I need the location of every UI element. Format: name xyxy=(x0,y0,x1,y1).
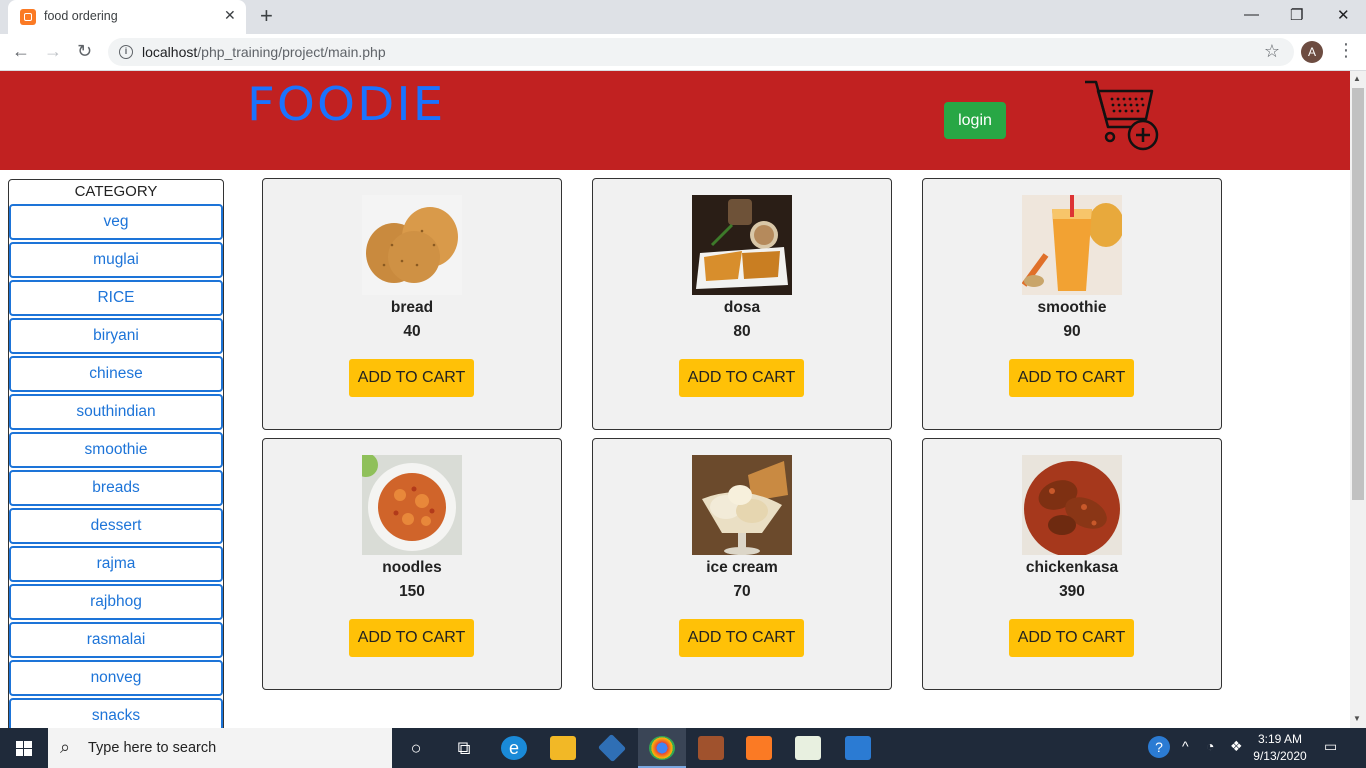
scroll-down-icon[interactable]: ▼ xyxy=(1353,714,1361,723)
minimize-button[interactable]: — xyxy=(1244,6,1259,23)
add-to-cart-button[interactable]: ADD TO CART xyxy=(1009,619,1134,657)
product-name: bread xyxy=(390,299,434,316)
category-item-muglai[interactable]: muglai xyxy=(9,242,223,278)
category-item-chinese[interactable]: chinese xyxy=(9,356,223,392)
chrome-icon[interactable] xyxy=(649,736,675,760)
file-explorer-icon[interactable] xyxy=(550,736,576,760)
product-name: dosa xyxy=(723,299,761,316)
smoothie-image xyxy=(1022,195,1122,295)
cortana-icon[interactable]: ○ xyxy=(403,736,429,760)
bread-image xyxy=(362,195,462,295)
category-item-rajbhog[interactable]: rajbhog xyxy=(9,584,223,620)
category-item-rajma[interactable]: rajma xyxy=(9,546,223,582)
category-sidebar: CATEGORY veg muglai RICE biryani chinese… xyxy=(8,179,224,728)
scroll-up-icon[interactable]: ▲ xyxy=(1353,74,1361,83)
notifications-icon[interactable]: ▭ xyxy=(1324,738,1337,755)
dosa-image xyxy=(692,195,792,295)
product-price: 390 xyxy=(1059,583,1085,600)
clock-date: 9/13/2020 xyxy=(1253,749,1307,763)
browser-menu-icon[interactable]: ⋮ xyxy=(1337,40,1355,61)
product-card: dosa 80 ADD TO CART xyxy=(592,178,892,430)
product-price: 80 xyxy=(733,323,751,340)
edge-icon[interactable]: e xyxy=(501,736,527,760)
product-price: 40 xyxy=(403,323,421,340)
clock-time: 3:19 AM xyxy=(1257,732,1303,746)
category-item-rice[interactable]: RICE xyxy=(9,280,223,316)
product-name: smoothie xyxy=(1037,299,1107,316)
back-icon[interactable]: ← xyxy=(12,40,30,62)
add-to-cart-button[interactable]: ADD TO CART xyxy=(349,359,474,397)
git-icon[interactable] xyxy=(597,733,627,763)
product-card: chickenkasa 390 ADD TO CART xyxy=(922,438,1222,690)
product-card: noodles 150 ADD TO CART xyxy=(262,438,562,690)
reload-icon[interactable]: ↻ xyxy=(77,40,92,62)
product-price: 90 xyxy=(1063,323,1081,340)
scrollbar-thumb[interactable] xyxy=(1352,88,1364,500)
category-item-veg[interactable]: veg xyxy=(9,204,223,240)
site-info-icon[interactable]: i xyxy=(119,45,133,59)
windows-taskbar: ⌕ Type here to search ○ ⧉ e ? ^ ◔ ❖ 3:19… xyxy=(0,728,1366,768)
windows-start-icon[interactable] xyxy=(0,728,48,768)
browser-tab[interactable]: food ordering ✕ xyxy=(8,0,246,34)
category-item-snacks[interactable]: snacks xyxy=(9,698,223,728)
help-icon[interactable]: ? xyxy=(1148,736,1170,758)
notepad-icon[interactable] xyxy=(795,736,821,760)
show-hidden-icons-icon[interactable]: ^ xyxy=(1182,738,1189,754)
product-name: ice cream xyxy=(706,559,778,576)
product-name: chickenkasa xyxy=(1025,559,1119,576)
noodles-image xyxy=(362,455,462,555)
game-icon[interactable] xyxy=(698,736,724,760)
login-button[interactable]: login xyxy=(944,102,1006,139)
forward-icon[interactable]: → xyxy=(44,40,62,62)
category-title: CATEGORY xyxy=(74,183,158,200)
ice-cream-image xyxy=(692,455,792,555)
bookmark-star-icon[interactable]: ☆ xyxy=(1264,41,1280,62)
new-tab-button[interactable]: + xyxy=(260,4,273,28)
shopping-cart-icon[interactable] xyxy=(1082,77,1162,153)
add-to-cart-button[interactable]: ADD TO CART xyxy=(679,359,804,397)
dropbox-icon[interactable]: ❖ xyxy=(1230,738,1243,755)
category-item-rasmalai[interactable]: rasmalai xyxy=(9,622,223,658)
category-item-biryani[interactable]: biryani xyxy=(9,318,223,354)
chicken-image xyxy=(1022,455,1122,555)
category-item-southindian[interactable]: southindian xyxy=(9,394,223,430)
category-item-smoothie[interactable]: smoothie xyxy=(9,432,223,468)
category-item-nonveg[interactable]: nonveg xyxy=(9,660,223,696)
category-item-breads[interactable]: breads xyxy=(9,470,223,506)
profile-avatar[interactable]: A xyxy=(1301,41,1323,63)
tab-close-icon[interactable]: ✕ xyxy=(224,7,236,24)
site-header: FOODIE login xyxy=(0,71,1350,170)
category-item-dessert[interactable]: dessert xyxy=(9,508,223,544)
add-to-cart-button[interactable]: ADD TO CART xyxy=(349,619,474,657)
close-window-button[interactable]: ✕ xyxy=(1337,6,1350,24)
url-text[interactable]: localhost/php_training/project/main.php xyxy=(142,44,386,60)
network-icon[interactable]: ◔ xyxy=(1206,738,1214,754)
restore-button[interactable]: ❐ xyxy=(1290,6,1303,24)
add-to-cart-button[interactable]: ADD TO CART xyxy=(679,619,804,657)
product-price: 70 xyxy=(733,583,751,600)
web-page: FOODIE login CATEGORY veg muglai RICE bi… xyxy=(0,71,1350,728)
search-placeholder[interactable]: Type here to search xyxy=(88,740,216,756)
product-name: noodles xyxy=(382,559,442,576)
app-window-icon[interactable] xyxy=(845,736,871,760)
page-scrollbar[interactable]: ▲ ▼ xyxy=(1350,71,1366,728)
product-card: ice cream 70 ADD TO CART xyxy=(592,438,892,690)
xampp-icon[interactable] xyxy=(746,736,772,760)
taskbar-clock[interactable]: 3:19 AM 9/13/2020 xyxy=(1248,731,1312,765)
product-card: bread 40 ADD TO CART xyxy=(262,178,562,430)
xampp-favicon-icon xyxy=(20,9,36,25)
tab-title: food ordering xyxy=(44,9,118,23)
product-card: smoothie 90 ADD TO CART xyxy=(922,178,1222,430)
address-bar[interactable]: i localhost/php_training/project/main.ph… xyxy=(108,38,1294,66)
taskbar-search[interactable]: ⌕ Type here to search xyxy=(48,728,392,768)
search-icon: ⌕ xyxy=(60,737,71,757)
add-to-cart-button[interactable]: ADD TO CART xyxy=(1009,359,1134,397)
task-view-icon[interactable]: ⧉ xyxy=(451,736,477,760)
browser-toolbar: ← → ↻ i localhost/php_training/project/m… xyxy=(0,34,1366,71)
site-logo[interactable]: FOODIE xyxy=(247,77,445,131)
product-price: 150 xyxy=(399,583,425,600)
browser-titlebar: food ordering ✕ + — ❐ ✕ xyxy=(0,0,1366,34)
